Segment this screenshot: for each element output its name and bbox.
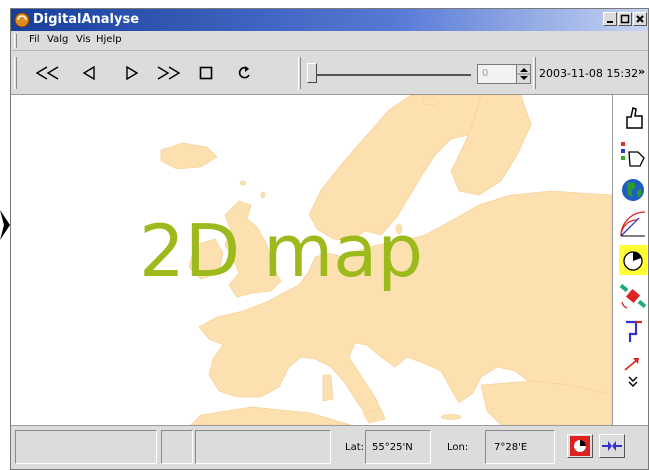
lat-box: 55°25'N [365,430,431,464]
toolbar-separator [298,57,301,89]
spinner-arrows-icon [517,68,531,80]
stop-icon [199,66,213,80]
toolbar-grip[interactable] [14,57,17,89]
crete-shape [440,414,462,420]
spinner-value[interactable]: 0 [482,68,488,79]
minimize-button[interactable] [603,12,617,26]
pointing-hand-icon [621,142,645,167]
svalbard-shape [422,96,440,106]
map-view[interactable]: 2D map [11,95,612,425]
title-bar[interactable]: DigitalAnalyse [11,9,648,31]
menu-grip[interactable] [14,34,17,48]
toolbar-overflow-button[interactable]: » [638,65,645,78]
connection-icon [602,441,622,451]
fast-forward-button[interactable] [154,61,184,85]
lon-value: 7°28'E [494,442,528,453]
play-button[interactable] [117,61,147,85]
palette-overflow-button[interactable] [619,373,647,391]
playback-toolbar: 0 2003-11-08 15:32 » [11,51,648,95]
sardinia-shape [322,374,334,402]
datetime-text: 2003-11-08 15:32 [539,67,639,80]
menu-hjelp[interactable]: Hjelp [96,34,122,45]
refresh-icon [238,66,250,79]
time-spinner[interactable]: 0 [477,64,531,84]
faroe-islands-shape [239,180,247,186]
tool-palette [612,95,648,425]
status-field-1 [15,430,157,464]
lat-label: Lat: [345,442,364,453]
map-overlay-label: 2D map [139,209,424,293]
status-field-2 [161,430,193,464]
thumbs-up-button[interactable] [619,103,647,133]
time-slider-track[interactable] [311,74,471,76]
lat-value: 55°25'N [372,442,413,453]
stop-button[interactable] [191,61,221,85]
gauge-button[interactable] [619,245,647,275]
status-field-3 [195,430,331,464]
select-button[interactable] [619,139,647,169]
lon-box: 7°28'E [485,430,555,464]
play-icon [126,66,139,80]
iceland-shape [160,142,218,170]
chevron-down-double-icon [628,376,638,387]
rewind-fast-button[interactable] [33,61,63,85]
chart-button[interactable] [567,434,593,458]
refresh-button[interactable] [229,61,259,85]
route-icon [626,320,642,342]
radar-icon [620,211,646,237]
rewind-fast-icon [36,66,59,80]
app-window: DigitalAnalyse Fil Valg Vis Hjelp 0 2003… [10,8,649,470]
north-africa-shape [190,406,352,425]
fast-forward-icon [157,66,181,80]
satellite-icon [619,283,647,309]
satellite-button[interactable] [619,281,647,311]
step-back-button[interactable] [74,61,104,85]
close-icon [636,15,644,23]
lon-label: Lon: [447,442,469,453]
menu-valg[interactable]: Valg [47,34,68,45]
arrow-icon [624,358,639,371]
app-icon [14,12,30,28]
step-back-icon [82,66,95,80]
shetland-shape [260,191,266,199]
globe-button[interactable] [619,175,647,205]
datetime-display: 2003-11-08 15:32 [537,64,648,84]
gauge-icon [619,245,647,275]
menu-fil[interactable]: Fil [29,34,40,45]
pie-chart-icon [570,436,590,456]
window-title: DigitalAnalyse [33,12,140,27]
menu-bar: Fil Valg Vis Hjelp [11,31,648,51]
maximize-icon [620,14,630,24]
close-button[interactable] [633,12,647,26]
connection-button[interactable] [599,434,625,458]
menu-vis[interactable]: Vis [76,34,91,45]
status-bar: Lat: 55°25'N Lon: 7°28'E [11,425,648,469]
maximize-button[interactable] [618,12,632,26]
time-slider-thumb[interactable] [307,63,317,83]
toolbar-separator-2 [533,57,536,89]
radar-button[interactable] [619,209,647,239]
route-button[interactable] [619,317,647,347]
minimize-icon [607,21,613,23]
thumbs-up-icon [626,107,643,129]
globe-icon [622,179,644,201]
spinner-arrows[interactable] [516,65,531,83]
